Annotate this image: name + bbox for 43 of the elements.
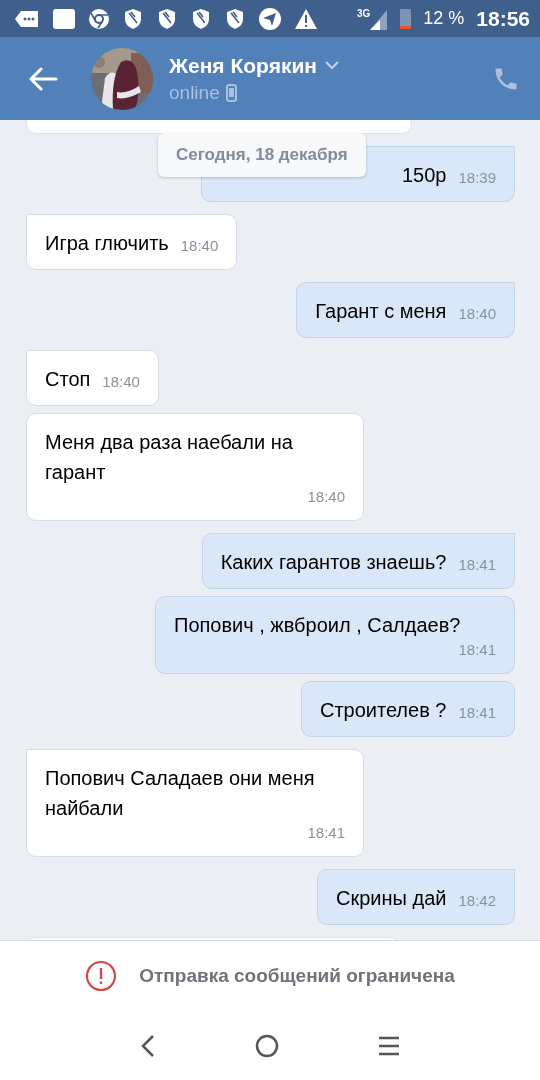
message-text: Попович Саладаев они меня найбали [45, 766, 316, 821]
message-time: 18:41 [457, 555, 496, 575]
message-time: 18:40 [179, 236, 219, 256]
message-text: Скрины дай [336, 886, 447, 911]
back-icon[interactable] [28, 66, 58, 91]
message-text: 150р [401, 163, 447, 188]
message-time: 18:40 [101, 372, 140, 392]
shield-icon [190, 7, 212, 30]
message-time: 18:40 [457, 304, 496, 324]
message-time: 18:40 [306, 487, 345, 507]
shield-icon [224, 7, 246, 30]
back-icon[interactable] [139, 1033, 156, 1058]
notice-text: Отправка сообщений ограничена [139, 965, 455, 987]
message-text: Каких гарантов знаешь? [220, 550, 447, 575]
message-text: Строителев ? [319, 698, 447, 723]
exclamation-icon [85, 960, 118, 992]
phone-device-icon [225, 83, 237, 102]
message-text: Стоп [45, 367, 91, 392]
message-time: 18:41 [306, 823, 345, 843]
message-time: 18:42 [457, 891, 496, 911]
message-time: 18:41 [457, 640, 496, 660]
send-icon [258, 6, 282, 31]
browser-icon [88, 7, 110, 30]
message-text: Попович , жвброил , Салдаев? [174, 613, 461, 638]
message-time: 18:41 [457, 703, 496, 723]
warning-icon [294, 7, 318, 30]
square-icon [52, 7, 76, 30]
home-icon[interactable] [255, 1033, 279, 1058]
message-time: 18:39 [457, 168, 496, 188]
menu-icon[interactable] [378, 1034, 401, 1057]
battery-percent: 12 % [423, 8, 465, 29]
network-type: 3G [356, 7, 371, 19]
date-label: Сегодня, 18 декабря [158, 133, 366, 177]
battery-icon [400, 8, 412, 29]
shield-icon [156, 7, 178, 30]
clock: 18:56 [476, 6, 530, 31]
message-text: Гарант с меня [315, 299, 447, 324]
chevron-down-icon[interactable] [325, 61, 339, 70]
online-status: online [169, 81, 220, 104]
message-text: Игра глючить [45, 231, 169, 256]
contact-name[interactable]: Женя Корякин [169, 53, 317, 78]
message-text: Меня два раза наебали на гарант [45, 430, 294, 485]
shield-icon [122, 7, 144, 30]
